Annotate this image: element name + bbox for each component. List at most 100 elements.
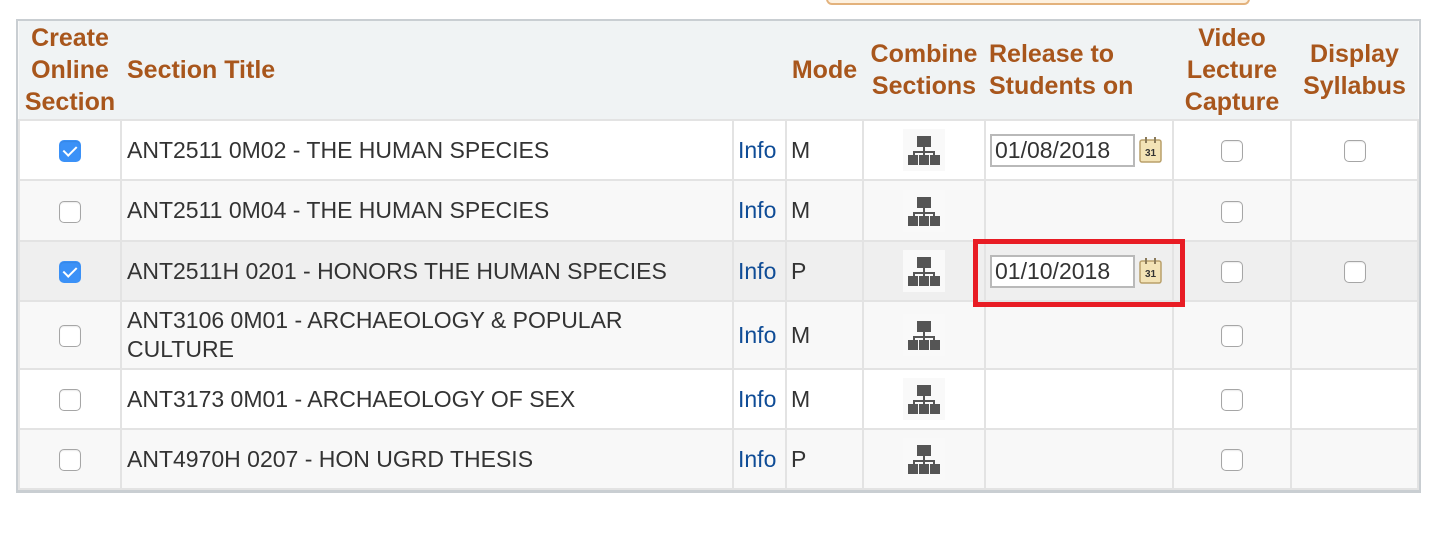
sections-grid: Create Online Section Section Title Mode… [16,19,1421,493]
video-lecture-capture-checkbox[interactable] [1221,140,1243,163]
info-cell: Info [732,240,787,302]
table-row: ANT3173 0M01 - ARCHAEOLOGY OF SEX Info M [18,368,1419,430]
create-online-section-checkbox[interactable] [59,449,81,472]
release-date-cell [984,368,1174,430]
create-online-section-cell [18,119,122,181]
info-cell: Info [732,428,787,490]
combine-sections-cell [862,368,986,430]
create-online-section-checkbox[interactable] [59,140,81,163]
top-button-partial[interactable] [826,0,1250,5]
info-cell: Info [732,300,787,370]
mode-value: M [791,136,811,163]
header-line: Sections [871,72,977,100]
display-syllabus-cell [1290,428,1419,490]
header-line: Display [1310,40,1399,68]
create-online-section-cell [18,179,122,242]
create-online-section-cell [18,368,122,430]
video-lecture-capture-checkbox[interactable] [1221,200,1243,223]
mode-value: P [791,445,807,472]
section-title: ANT2511H 0201 - HONORS THE HUMAN SPECIES [120,240,734,302]
mode-cell: M [785,300,864,370]
mode-cell: M [785,368,864,430]
header-line: Lecture [1186,56,1278,84]
header-line: Combine [870,40,978,68]
video-lecture-capture-cell [1172,119,1292,181]
header-line: Release to [989,40,1115,68]
info-link[interactable]: Info [734,322,776,348]
header-release-to-students: Release to Students on [985,21,1173,120]
release-date-input[interactable] [990,254,1135,288]
combine-sections-icon[interactable] [903,250,945,292]
video-lecture-capture-cell [1172,368,1292,430]
combine-sections-icon[interactable] [903,378,945,420]
display-syllabus-checkbox[interactable] [1343,140,1366,163]
calendar-icon[interactable]: 31 [1139,136,1163,164]
svg-text:31: 31 [1145,148,1157,159]
mode-cell: M [785,179,864,242]
calendar-icon[interactable]: 31 [1139,257,1163,285]
info-cell: Info [732,179,787,242]
header-combine-sections: Combine Sections [863,21,985,120]
release-date-cell: 31 [984,119,1174,181]
mode-cell: M [785,119,864,181]
combine-sections-icon[interactable] [903,314,945,356]
display-syllabus-cell [1290,240,1419,302]
header-mode: Mode [786,21,863,120]
video-lecture-capture-cell [1172,240,1292,302]
info-link[interactable]: Info [734,258,776,284]
video-lecture-capture-checkbox[interactable] [1221,449,1243,472]
section-title: ANT3106 0M01 - ARCHAEOLOGY & POPULAR CUL… [120,300,734,370]
mode-value: M [791,321,811,348]
mode-value: M [791,385,811,412]
video-lecture-capture-checkbox[interactable] [1221,389,1243,412]
video-lecture-capture-cell [1172,428,1292,490]
release-date-cell [984,179,1174,242]
header-line: Students on [989,72,1134,100]
info-cell: Info [732,368,787,430]
header-video-lecture-capture: Video Lecture Capture [1173,21,1291,120]
mode-cell: P [785,240,864,302]
display-syllabus-checkbox[interactable] [1343,261,1366,284]
header-line: Video [1198,24,1266,52]
section-title: ANT2511 0M04 - THE HUMAN SPECIES [120,179,734,242]
display-syllabus-cell [1290,119,1419,181]
create-online-section-cell [18,240,122,302]
header-display-syllabus: Display Syllabus [1291,21,1418,120]
combine-sections-icon[interactable] [903,189,945,232]
video-lecture-capture-checkbox[interactable] [1221,325,1243,348]
release-date-cell [984,428,1174,490]
info-link[interactable]: Info [734,446,776,472]
display-syllabus-cell [1290,179,1419,242]
combine-sections-cell [862,300,986,370]
info-link[interactable]: Info [734,137,776,163]
mode-cell: P [785,428,864,490]
create-online-section-checkbox[interactable] [59,200,81,223]
release-date-input[interactable] [990,133,1135,167]
mode-value: M [791,197,811,223]
header-create-online-section: Create Online Section [19,21,121,120]
combine-sections-icon[interactable] [903,438,945,480]
table-row: ANT4970H 0207 - HON UGRD THESIS Info P [18,428,1419,490]
create-online-section-checkbox[interactable] [59,389,81,412]
header-line: Section [24,88,116,116]
info-link[interactable]: Info [734,197,776,223]
release-date-cell: 31 [984,240,1174,302]
video-lecture-capture-cell [1172,300,1292,370]
info-link[interactable]: Info [734,386,776,412]
combine-sections-icon[interactable] [903,129,945,171]
table-row: ANT2511 0M02 - THE HUMAN SPECIES Info M … [18,119,1419,181]
create-online-section-checkbox[interactable] [59,261,81,284]
video-lecture-capture-cell [1172,179,1292,242]
header-section-title: Section Title [121,21,733,120]
display-syllabus-cell [1290,368,1419,430]
header-info [733,21,786,120]
create-online-section-checkbox[interactable] [59,325,81,348]
table-row: ANT2511 0M04 - THE HUMAN SPECIES Info M [18,179,1419,242]
mode-value: P [791,257,807,284]
display-syllabus-cell [1290,300,1419,370]
sections-table: Create Online Section Section Title Mode… [18,21,1419,490]
video-lecture-capture-checkbox[interactable] [1221,261,1243,284]
section-title: ANT4970H 0207 - HON UGRD THESIS [120,428,734,490]
table-row: ANT3106 0M01 - ARCHAEOLOGY & POPULAR CUL… [18,300,1419,370]
table-row: ANT2511H 0201 - HONORS THE HUMAN SPECIES… [18,240,1419,302]
